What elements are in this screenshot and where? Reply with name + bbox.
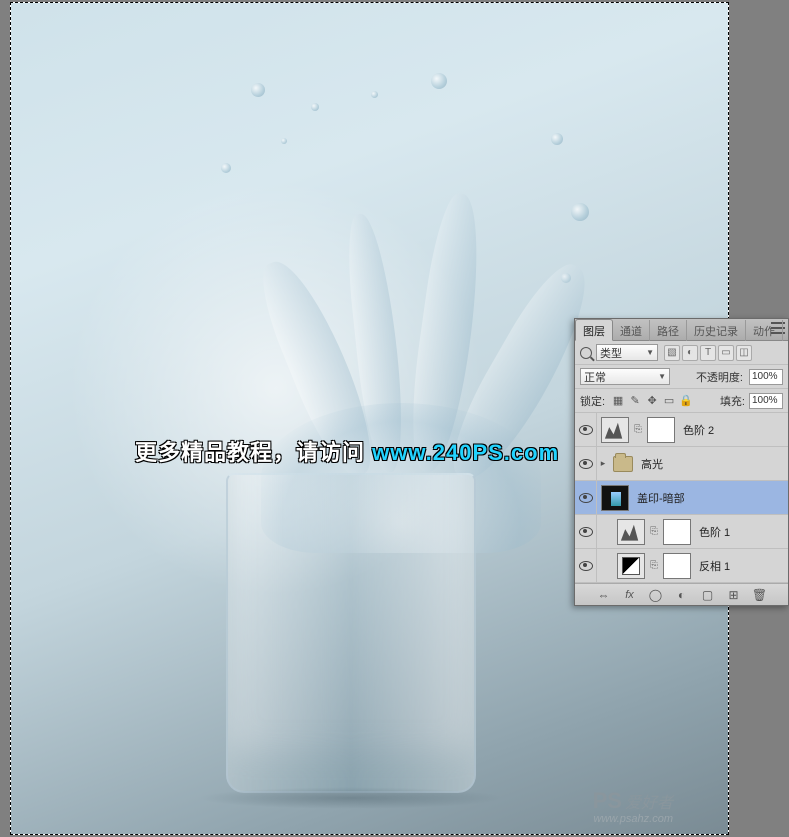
layer-row[interactable]: ▸ 高光 [575, 447, 788, 481]
fill-label: 填充: [720, 393, 745, 409]
filter-kind-label: 类型 [600, 345, 622, 361]
filter-pixel-icon[interactable]: ▧ [664, 345, 680, 361]
lock-label: 锁定: [580, 393, 605, 409]
layer-name[interactable]: 反相 1 [699, 558, 730, 574]
visibility-toggle[interactable] [575, 515, 597, 548]
opacity-label: 不透明度: [696, 369, 743, 385]
layer-row[interactable]: ⎘ 色阶 1 [575, 515, 788, 549]
visibility-toggle[interactable] [575, 447, 597, 480]
layer-name[interactable]: 色阶 2 [683, 422, 714, 438]
layer-row[interactable]: 盖印-暗部 [575, 481, 788, 515]
watermark: PS爱好者 www.psahz.com [593, 788, 673, 824]
visibility-toggle[interactable] [575, 549, 597, 582]
panel-footer: ⇔ fx ◯ ◐ ▢ ⊞ 🗑 [575, 583, 788, 605]
tab-history[interactable]: 历史记录 [687, 320, 746, 341]
opacity-input[interactable]: 100% [749, 369, 783, 385]
search-icon [580, 347, 592, 359]
blend-mode-value: 正常 [584, 369, 606, 385]
layer-row[interactable]: ⎘ 色阶 2 [575, 413, 788, 447]
filter-type-icons: ▧ ◐ T ▭ ◫ [664, 345, 752, 361]
layer-name[interactable]: 盖印-暗部 [637, 490, 685, 506]
eye-icon [579, 561, 593, 571]
watermark-logo: PS [593, 788, 622, 813]
layer-mask-thumb[interactable] [647, 417, 675, 443]
glass-cup [226, 473, 476, 793]
lock-brush-icon[interactable]: ✎ [628, 394, 642, 408]
lock-artboard-icon[interactable]: ▭ [662, 394, 676, 408]
chevron-down-icon: ▼ [646, 348, 654, 357]
add-adjustment-button[interactable]: ◐ [674, 587, 690, 603]
filter-adjust-icon[interactable]: ◐ [682, 345, 698, 361]
overlay-caption: 更多精品教程，请访问 www.240PS.com [135, 435, 559, 467]
tab-paths[interactable]: 路径 [650, 320, 687, 341]
watermark-sub: www.psahz.com [593, 814, 673, 824]
eye-icon [579, 493, 593, 503]
new-layer-button[interactable]: ⊞ [726, 587, 742, 603]
expand-toggle[interactable]: ▸ [597, 458, 609, 469]
tab-actions[interactable]: 动作 [746, 320, 783, 341]
visibility-toggle[interactable] [575, 481, 597, 514]
invert-icon [617, 553, 645, 579]
lock-pixels-icon[interactable]: ▦ [611, 394, 625, 408]
delete-layer-button[interactable]: 🗑 [752, 587, 768, 603]
watermark-text: 爱好者 [625, 795, 673, 812]
link-layers-button[interactable]: ⇔ [596, 587, 612, 603]
visibility-toggle[interactable] [575, 413, 597, 446]
layer-list: ⎘ 色阶 2 ▸ 高光 盖印-暗部 ⎘ 色阶 1 [575, 413, 788, 583]
link-icon: ⎘ [649, 526, 659, 537]
layer-thumb[interactable] [601, 485, 629, 511]
add-mask-button[interactable]: ◯ [648, 587, 664, 603]
levels-icon [617, 519, 645, 545]
layer-row[interactable]: ⎘ 反相 1 [575, 549, 788, 583]
layer-mask-thumb[interactable] [663, 519, 691, 545]
chevron-down-icon: ▼ [658, 372, 666, 381]
layers-panel: 图层 通道 路径 历史记录 动作 类型 ▼ ▧ ◐ T ▭ ◫ 正常 ▼ 不透明… [574, 318, 789, 606]
folder-icon [613, 456, 633, 472]
overlay-prefix: 更多精品教程，请访问 [135, 440, 372, 465]
tab-channels[interactable]: 通道 [613, 320, 650, 341]
filter-type-icon[interactable]: T [700, 345, 716, 361]
layer-name[interactable]: 高光 [641, 456, 663, 472]
link-icon: ⎘ [633, 424, 643, 435]
blend-row: 正常 ▼ 不透明度: 100% [575, 365, 788, 389]
blend-mode-select[interactable]: 正常 ▼ [580, 368, 670, 385]
filter-shape-icon[interactable]: ▭ [718, 345, 734, 361]
panel-tabs: 图层 通道 路径 历史记录 动作 [575, 319, 788, 341]
lock-row: 锁定: ▦ ✎ ✥ ▭ 🔒 填充: 100% [575, 389, 788, 413]
fx-button[interactable]: fx [622, 587, 638, 603]
lock-all-icon[interactable]: 🔒 [679, 394, 693, 408]
lock-position-icon[interactable]: ✥ [645, 394, 659, 408]
fill-input[interactable]: 100% [749, 393, 783, 409]
layer-mask-thumb[interactable] [663, 553, 691, 579]
link-icon: ⎘ [649, 560, 659, 571]
tab-layers[interactable]: 图层 [575, 319, 613, 341]
filter-smart-icon[interactable]: ◫ [736, 345, 752, 361]
new-group-button[interactable]: ▢ [700, 587, 716, 603]
levels-icon [601, 417, 629, 443]
layer-filter-row: 类型 ▼ ▧ ◐ T ▭ ◫ [575, 341, 788, 365]
overlay-url: www.240PS.com [372, 440, 559, 465]
eye-icon [579, 527, 593, 537]
eye-icon [579, 459, 593, 469]
filter-kind-select[interactable]: 类型 ▼ [596, 344, 658, 361]
layer-name[interactable]: 色阶 1 [699, 524, 730, 540]
eye-icon [579, 425, 593, 435]
